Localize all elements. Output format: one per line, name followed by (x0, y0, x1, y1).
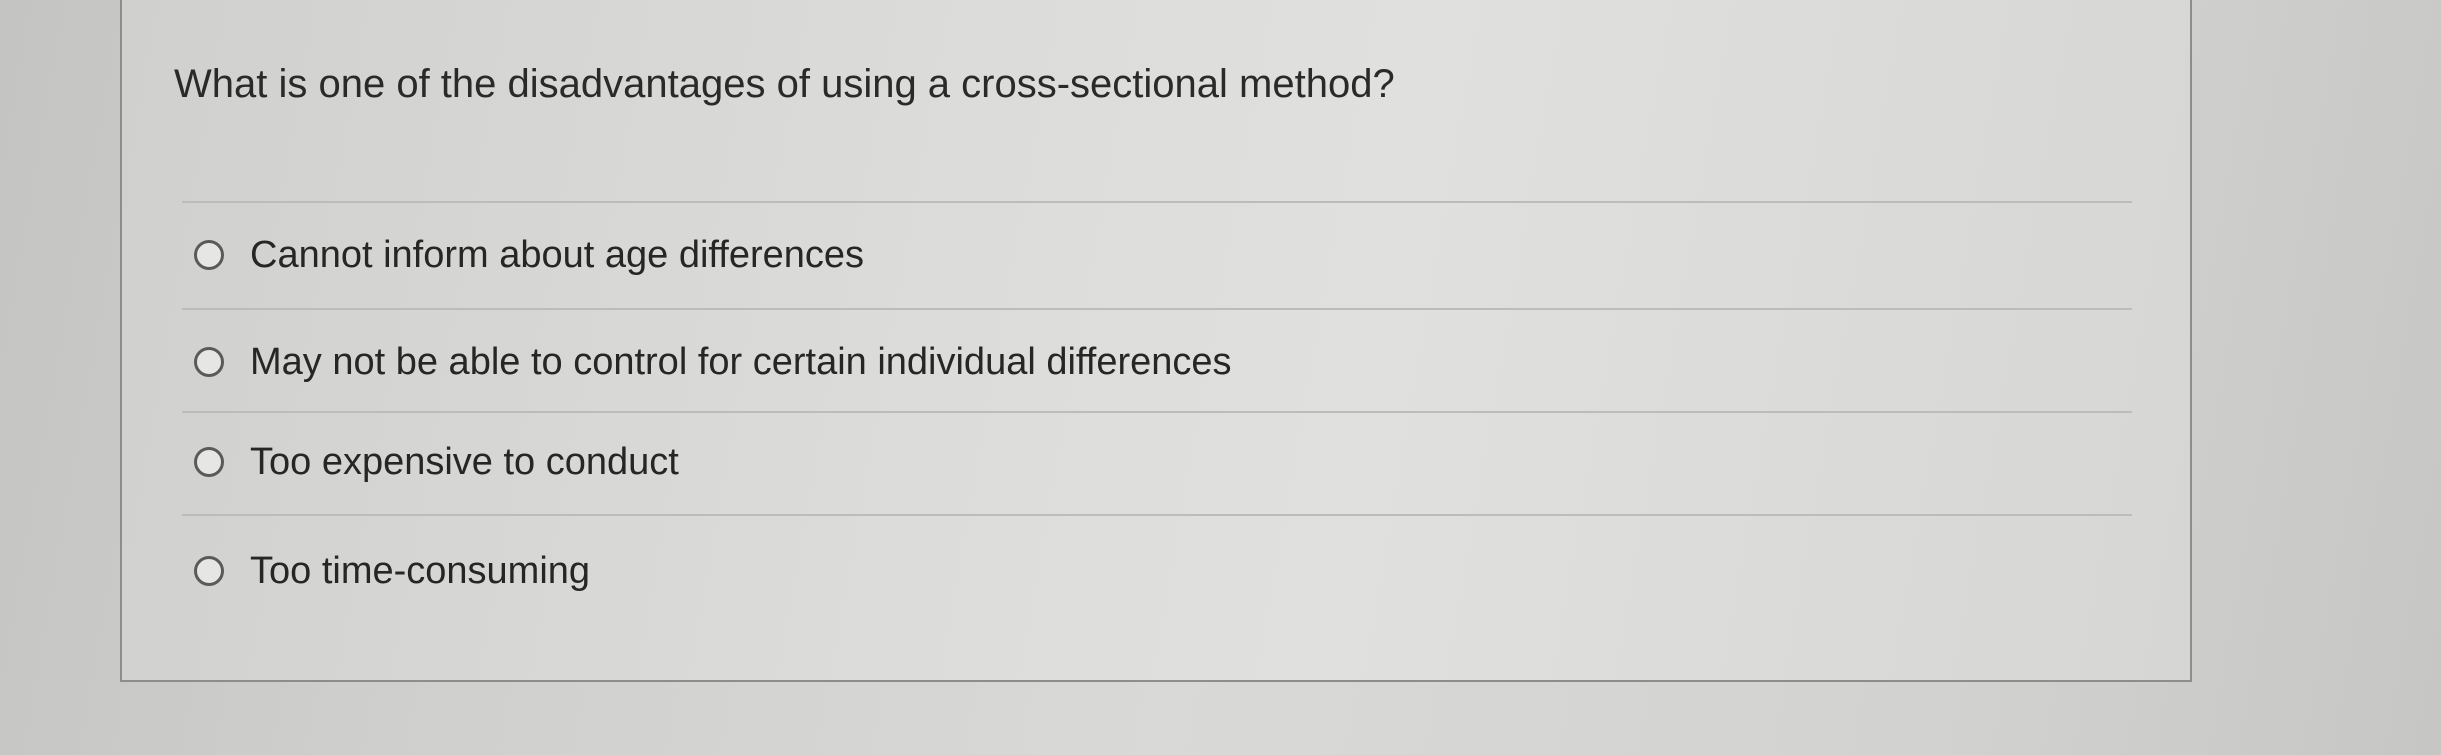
radio-button-icon[interactable] (194, 447, 224, 477)
answer-option-label: Too expensive to conduct (250, 440, 679, 483)
answer-option-1[interactable]: Cannot inform about age differences (194, 225, 864, 285)
radio-button-icon[interactable] (194, 347, 224, 377)
answer-option-2[interactable]: May not be able to control for certain i… (194, 332, 1232, 392)
option-divider (182, 514, 2132, 516)
answer-option-3[interactable]: Too expensive to conduct (194, 432, 679, 492)
answer-option-label: Cannot inform about age differences (250, 233, 865, 276)
question-card: What is one of the disadvantages of usin… (120, 0, 2192, 682)
question-text: What is one of the disadvantages of usin… (174, 62, 1395, 106)
option-divider (182, 411, 2132, 413)
radio-button-icon[interactable] (194, 240, 224, 270)
answer-option-label: May not be able to control for certain i… (250, 340, 1232, 383)
radio-button-icon[interactable] (194, 556, 224, 586)
answer-option-label: Too time-consuming (250, 549, 591, 592)
option-divider (182, 201, 2132, 203)
answer-option-4[interactable]: Too time-consuming (194, 541, 590, 601)
option-divider (182, 308, 2132, 310)
